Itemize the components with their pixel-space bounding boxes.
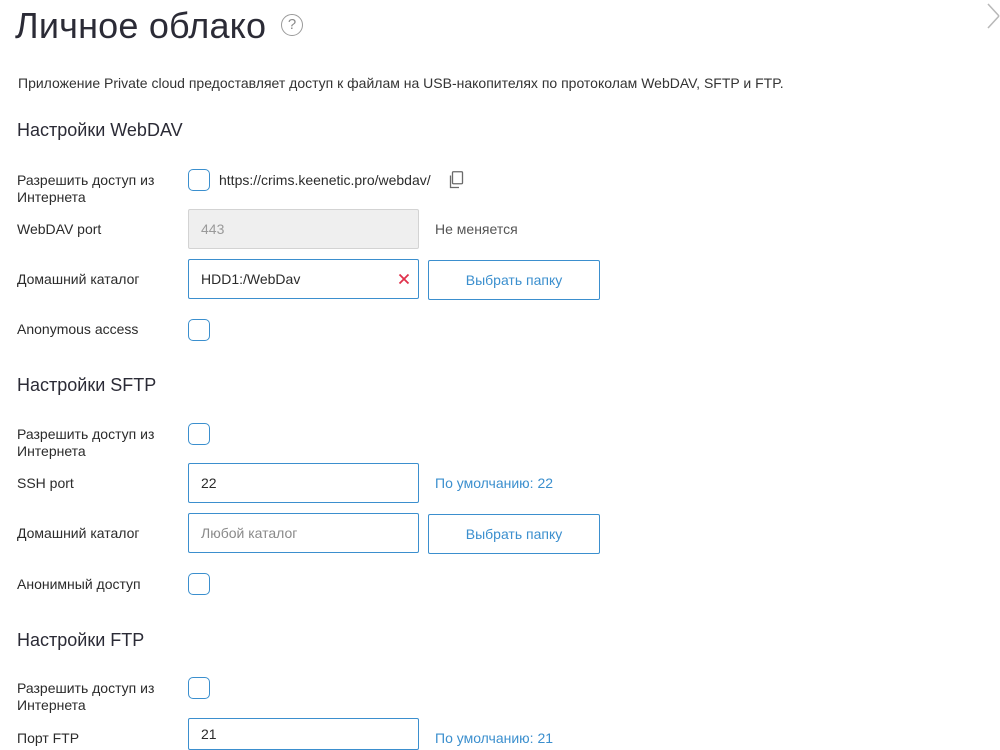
intro-text: Приложение Private cloud предоставляет д… xyxy=(18,75,784,91)
ftp-section-title: Настройки FTP xyxy=(17,630,145,650)
sftp-anonymous-checkbox[interactable] xyxy=(188,573,210,595)
sftp-home-dir-input[interactable] xyxy=(188,513,419,553)
sftp-section-title: Настройки SFTP xyxy=(17,375,157,395)
webdav-port-input xyxy=(188,209,419,249)
webdav-home-dir-label: Домашний каталог xyxy=(17,271,140,287)
sftp-choose-folder-button[interactable]: Выбрать папку xyxy=(428,514,600,554)
webdav-anonymous-label: Anonymous access xyxy=(17,321,139,337)
webdav-internet-access-label-line2: Интернета xyxy=(17,189,86,205)
question-circle-icon[interactable]: ? xyxy=(281,14,303,36)
webdav-port-label: WebDAV port xyxy=(17,221,102,237)
sftp-anonymous-label: Анонимный доступ xyxy=(17,576,141,592)
clear-icon[interactable] xyxy=(397,272,411,286)
webdav-choose-folder-button[interactable]: Выбрать папку xyxy=(428,260,600,300)
webdav-internet-access-checkbox[interactable] xyxy=(188,169,210,191)
sftp-internet-access-label-line1: Разрешить доступ из xyxy=(17,426,155,442)
sftp-port-default-hint[interactable]: По умолчанию: 22 xyxy=(435,475,553,491)
page-title: Личное облако xyxy=(15,5,267,46)
ftp-internet-access-checkbox[interactable] xyxy=(188,677,210,699)
ftp-port-input[interactable] xyxy=(188,718,419,750)
ftp-port-default-hint[interactable]: По умолчанию: 21 xyxy=(435,730,553,746)
copy-icon[interactable] xyxy=(448,171,464,189)
webdav-section-title: Настройки WebDAV xyxy=(17,120,183,140)
ftp-internet-access-label: Разрешить доступ из Интернета xyxy=(17,680,154,714)
webdav-internet-access-label-line1: Разрешить доступ из xyxy=(17,172,155,188)
webdav-home-dir-input[interactable] xyxy=(188,259,419,299)
ftp-port-label: Порт FTP xyxy=(17,730,80,746)
sftp-home-dir-label: Домашний каталог xyxy=(17,525,140,541)
webdav-port-hint: Не меняется xyxy=(435,221,518,237)
sftp-port-label: SSH port xyxy=(17,475,74,491)
webdav-internet-access-label: Разрешить доступ из Интернета xyxy=(17,172,154,206)
webdav-anonymous-checkbox[interactable] xyxy=(188,319,210,341)
webdav-url: https://crims.keenetic.pro/webdav/ xyxy=(219,172,431,188)
ftp-internet-access-label-line1: Разрешить доступ из xyxy=(17,680,155,696)
sftp-port-input[interactable] xyxy=(188,463,419,503)
close-icon[interactable] xyxy=(984,2,1000,30)
ftp-internet-access-label-line2: Интернета xyxy=(17,697,86,713)
sftp-internet-access-label: Разрешить доступ из Интернета xyxy=(17,426,154,460)
sftp-internet-access-label-line2: Интернета xyxy=(17,443,86,459)
sftp-internet-access-checkbox[interactable] xyxy=(188,423,210,445)
